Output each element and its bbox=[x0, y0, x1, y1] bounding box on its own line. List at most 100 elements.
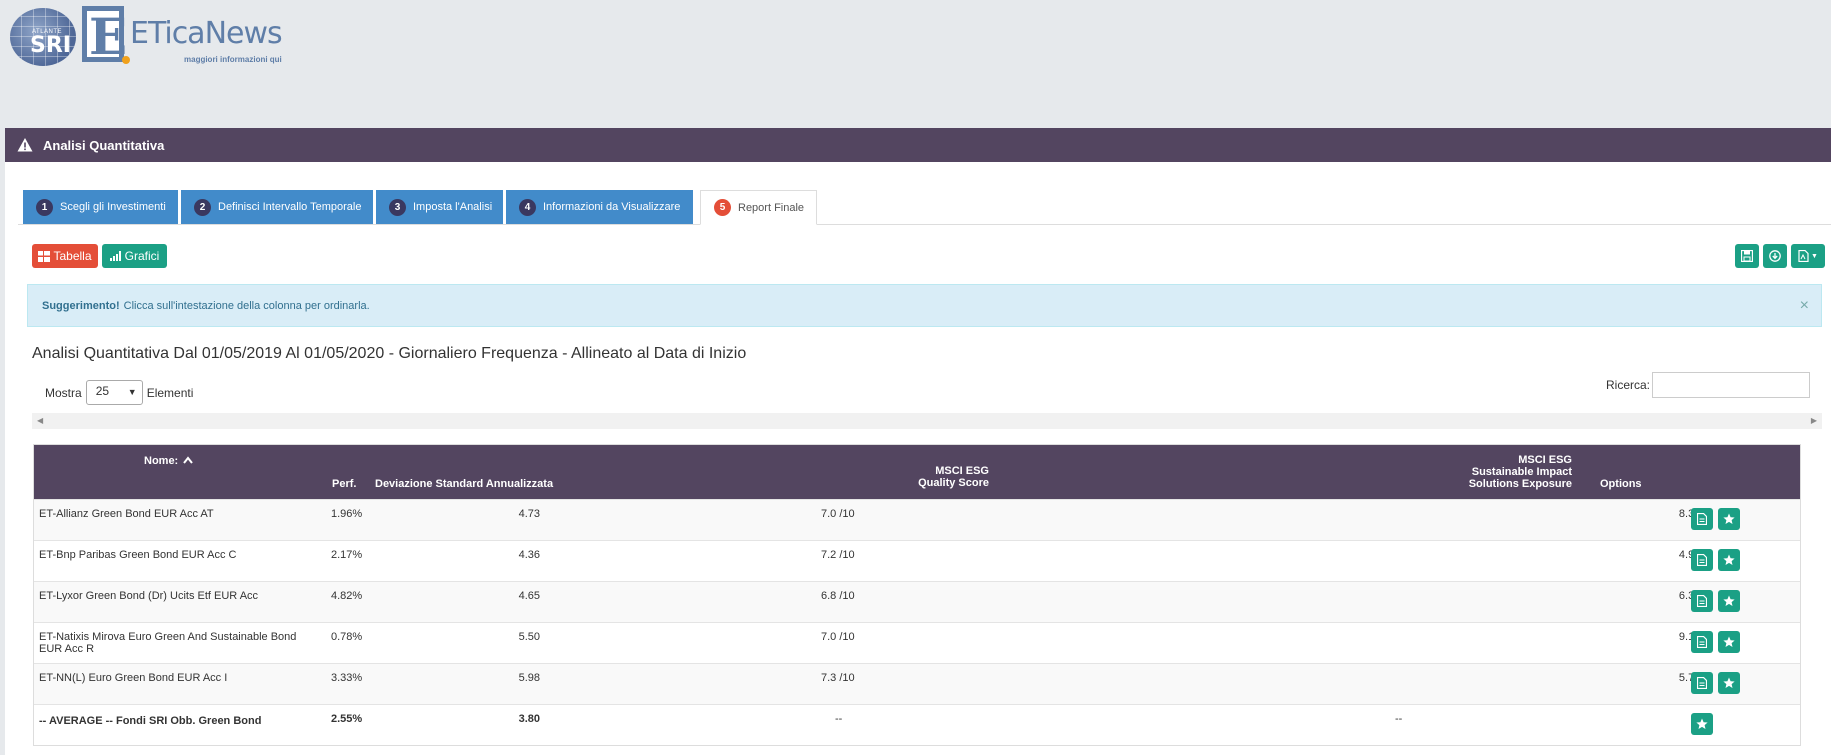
column-header-nome-label: Nome: bbox=[144, 455, 179, 467]
cell-perf: 0.78% bbox=[331, 631, 363, 643]
document-button[interactable] bbox=[1691, 590, 1713, 612]
star-icon bbox=[1723, 513, 1735, 524]
document-icon bbox=[1697, 636, 1707, 648]
cell-quality: 7.3 /10 bbox=[821, 672, 855, 684]
tab-label: Scegli gli Investimenti bbox=[60, 201, 166, 213]
et-logo-mark: E bbox=[82, 6, 127, 66]
tab-scegli-investimenti[interactable]: 1 Scegli gli Investimenti bbox=[23, 190, 178, 224]
wizard-tabs: 1 Scegli gli Investimenti 2 Definisci In… bbox=[18, 190, 1831, 225]
brand-name: ETicaNews bbox=[130, 16, 283, 51]
tabella-button[interactable]: Tabella bbox=[32, 244, 98, 268]
document-button[interactable] bbox=[1691, 508, 1713, 530]
length-after-label: Elementi bbox=[146, 385, 194, 400]
average-row: -- AVERAGE -- Fondi SRI Obb. Green Bond … bbox=[34, 704, 1800, 745]
cell-perf: 2.55% bbox=[331, 713, 363, 725]
cell-dev: 4.65 bbox=[518, 590, 540, 602]
column-header-perf[interactable]: Perf. bbox=[332, 478, 356, 490]
download-button[interactable] bbox=[1763, 244, 1787, 268]
tab-intervallo-temporale[interactable]: 2 Definisci Intervallo Temporale bbox=[181, 190, 373, 224]
favorite-button[interactable] bbox=[1718, 590, 1740, 612]
warning-icon bbox=[17, 138, 33, 152]
tab-informazioni-visualizzare[interactable]: 4 Informazioni da Visualizzare bbox=[506, 190, 693, 224]
column-header-msci-impact[interactable]: MSCI ESG Sustainable Impact Solutions Ex… bbox=[1442, 454, 1572, 490]
star-icon bbox=[1723, 554, 1735, 565]
favorite-button[interactable] bbox=[1718, 549, 1740, 571]
tab-report-finale[interactable]: 5 Report Finale bbox=[700, 190, 817, 225]
column-header-options: Options bbox=[1600, 478, 1642, 490]
cell-name: ET-Allianz Green Bond EUR Acc AT bbox=[39, 508, 214, 520]
document-button[interactable] bbox=[1691, 672, 1713, 694]
cell-dev: 4.36 bbox=[518, 549, 540, 561]
cell-name-line2: EUR Acc R bbox=[39, 643, 95, 655]
save-button[interactable] bbox=[1735, 244, 1759, 268]
favorite-button[interactable] bbox=[1718, 508, 1740, 530]
et-logo-letter: E bbox=[89, 7, 128, 66]
star-icon bbox=[1696, 718, 1708, 729]
cell-dev: 5.98 bbox=[518, 672, 540, 684]
star-icon bbox=[1723, 636, 1735, 647]
msci-quality-line2: Quality Score bbox=[918, 477, 989, 489]
star-icon bbox=[1723, 595, 1735, 606]
scroll-left-icon[interactable]: ◀ bbox=[37, 416, 43, 425]
column-header-deviazione[interactable]: Deviazione Standard Annualizzata bbox=[375, 478, 553, 490]
download-circle-icon bbox=[1769, 250, 1781, 262]
tab-number: 2 bbox=[194, 198, 211, 216]
sort-up-icon bbox=[183, 456, 194, 464]
cell-quality: -- bbox=[835, 713, 843, 725]
tab-imposta-analisi[interactable]: 3 Imposta l'Analisi bbox=[376, 190, 503, 224]
close-icon[interactable]: × bbox=[1800, 297, 1809, 315]
cell-impact: -- bbox=[1395, 713, 1403, 725]
msci-impact-line3: Solutions Exposure bbox=[1468, 478, 1572, 490]
tip-alert: Suggerimento! Clicca sull'intestazione d… bbox=[27, 284, 1822, 327]
brand-tagline-link[interactable]: maggiori informazioni qui bbox=[184, 55, 282, 64]
cell-perf: 1.96% bbox=[331, 508, 363, 520]
table-row: ET-Allianz Green Bond EUR Acc AT 1.96% 4… bbox=[34, 499, 1800, 540]
document-icon bbox=[1697, 513, 1707, 525]
table-header: Nome: Perf. Deviazione Standard Annualiz… bbox=[34, 445, 1800, 499]
results-table: Nome: Perf. Deviazione Standard Annualiz… bbox=[33, 444, 1801, 746]
alert-text: Clicca sull'intestazione della colonna p… bbox=[123, 299, 370, 312]
table-row: ET-Bnp Paribas Green Bond EUR Acc C 2.17… bbox=[34, 540, 1800, 581]
length-select[interactable]: 25 ▼ bbox=[85, 380, 143, 405]
msci-impact-line2: Sustainable Impact bbox=[1471, 466, 1572, 478]
cell-name-line1: ET-Natixis Mirova Euro Green And Sustain… bbox=[39, 631, 297, 643]
document-button[interactable] bbox=[1691, 631, 1713, 653]
panel-title: Analisi Quantitativa bbox=[43, 137, 165, 153]
brand-logo[interactable]: ATLANTE SRI E ETicaNews maggiori informa… bbox=[10, 0, 310, 75]
favorite-button[interactable] bbox=[1718, 672, 1740, 694]
favorite-button[interactable] bbox=[1691, 713, 1713, 735]
cell-dev: 4.73 bbox=[518, 508, 540, 520]
pdf-export-dropdown[interactable]: ▼ bbox=[1791, 244, 1825, 268]
tab-number: 4 bbox=[519, 198, 536, 216]
scroll-right-icon[interactable]: ▶ bbox=[1811, 416, 1817, 425]
document-icon bbox=[1697, 595, 1707, 607]
tab-label: Imposta l'Analisi bbox=[413, 201, 493, 213]
search-input[interactable] bbox=[1652, 372, 1811, 398]
floppy-icon bbox=[1741, 250, 1753, 262]
search-label: Ricerca: bbox=[1606, 378, 1651, 392]
tab-number: 3 bbox=[389, 198, 406, 216]
globe-main-text: SRI bbox=[30, 33, 71, 58]
cell-name: ET-Bnp Paribas Green Bond EUR Acc C bbox=[39, 549, 237, 561]
table-row: ET-Lyxor Green Bond (Dr) Ucits Etf EUR A… bbox=[34, 581, 1800, 622]
column-header-nome[interactable]: Nome: bbox=[144, 455, 194, 467]
document-button[interactable] bbox=[1691, 549, 1713, 571]
horizontal-scrollbar[interactable]: ◀ ▶ bbox=[32, 413, 1822, 429]
tab-label: Informazioni da Visualizzare bbox=[543, 201, 681, 213]
cell-dev: 5.50 bbox=[518, 631, 540, 643]
grafici-button[interactable]: Grafici bbox=[102, 244, 167, 268]
tab-label: Definisci Intervallo Temporale bbox=[218, 201, 362, 213]
cell-quality: 7.2 /10 bbox=[821, 549, 855, 561]
search-control: Ricerca: bbox=[1606, 372, 1811, 398]
grafici-label: Grafici bbox=[124, 249, 160, 263]
chevron-down-icon: ▼ bbox=[127, 387, 137, 397]
grid-icon bbox=[38, 250, 51, 262]
tabella-label: Tabella bbox=[53, 249, 92, 263]
cell-quality: 7.0 /10 bbox=[821, 631, 855, 643]
msci-impact-line1: MSCI ESG bbox=[1518, 454, 1572, 466]
cell-name: ET-NN(L) Euro Green Bond EUR Acc I bbox=[39, 672, 228, 684]
alert-strong: Suggerimento! bbox=[42, 299, 120, 312]
favorite-button[interactable] bbox=[1718, 631, 1740, 653]
column-header-msci-quality[interactable]: MSCI ESG Quality Score bbox=[889, 465, 989, 489]
document-icon bbox=[1697, 554, 1707, 566]
